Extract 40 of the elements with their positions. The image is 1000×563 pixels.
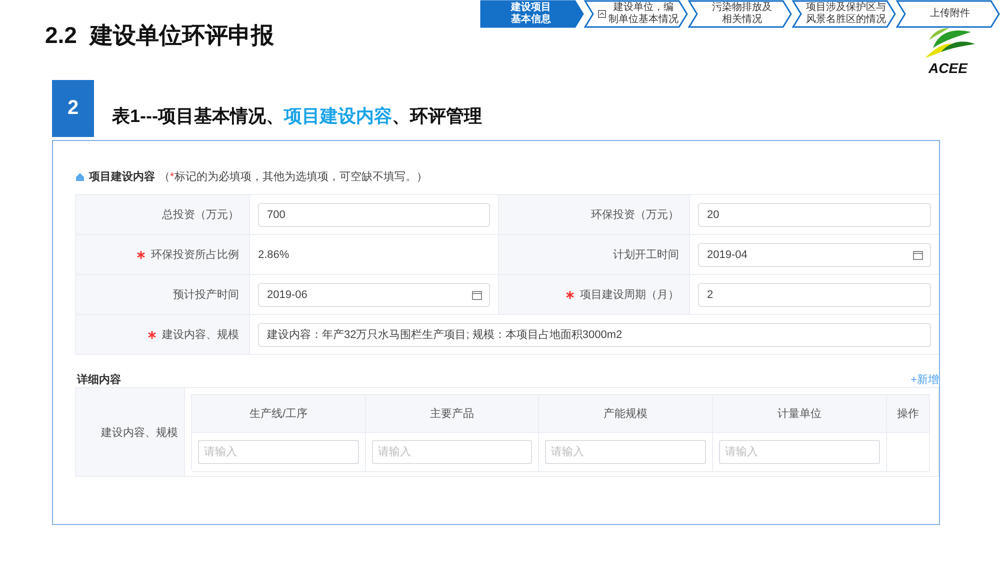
section-title: 项目建设内容: [89, 170, 155, 184]
image-icon: [598, 10, 606, 18]
row-label: 建设内容、规模: [101, 426, 178, 440]
field-label: 计划开工时间: [613, 248, 679, 262]
field-label: 项目建设周期（月）: [580, 288, 679, 302]
input-field[interactable]: 700: [258, 202, 490, 226]
field-label: 建设内容、规模: [162, 328, 239, 342]
step-tab[interactable]: 建设单位，编 制单位基本情况: [584, 0, 688, 28]
field-label: 预计投产时间: [173, 288, 239, 302]
table-heading: 表1---项目基本情况、项目建设内容、环评管理: [112, 105, 482, 128]
column-header: 计量单位: [778, 407, 822, 421]
calendar-icon: [472, 290, 482, 300]
logo-text: ACEE: [928, 60, 968, 76]
calendar-icon: [913, 250, 923, 260]
date-field[interactable]: 2019-04: [698, 242, 931, 266]
column-header: 生产线/工序: [249, 406, 308, 421]
input-field[interactable]: 2: [698, 282, 931, 306]
column-header: 产能规模: [604, 406, 648, 421]
home-icon: [75, 172, 85, 182]
input-field[interactable]: 建设内容：年产32万只水马围栏生产项目; 规模：本项目占地面积3000m2: [258, 322, 931, 346]
column-header: 操作: [897, 407, 919, 421]
field-label: 环保投资所占比例: [151, 248, 239, 262]
step-tab[interactable]: 建设项目 基本信息: [480, 0, 584, 28]
field-label: 环保投资（万元）: [591, 208, 679, 222]
input-field[interactable]: 20: [698, 202, 931, 226]
required-note: （*标记的为必填项，其他为选填项，可空缺不填写。）: [159, 170, 428, 184]
input-field[interactable]: 请输入: [198, 440, 359, 464]
date-field[interactable]: 2019-06: [258, 282, 490, 306]
step-tab[interactable]: 上传附件: [896, 0, 1000, 28]
column-header: 主要产品: [430, 406, 474, 421]
input-field[interactable]: 请输入: [545, 440, 706, 464]
section-number: 2: [52, 80, 94, 137]
details-title: 详细内容: [77, 372, 121, 387]
step-tab[interactable]: 项目涉及保护区与 风景名胜区的情况: [792, 0, 896, 28]
page-title: 2.2 建设单位环评申报: [45, 21, 274, 50]
field-label: 总投资（万元）: [162, 208, 239, 222]
input-field[interactable]: 请输入: [719, 440, 880, 464]
field-value: 2.86%: [258, 248, 290, 260]
input-field[interactable]: 请输入: [372, 440, 532, 464]
step-tab[interactable]: 污染物排放及 相关情况: [688, 0, 792, 28]
